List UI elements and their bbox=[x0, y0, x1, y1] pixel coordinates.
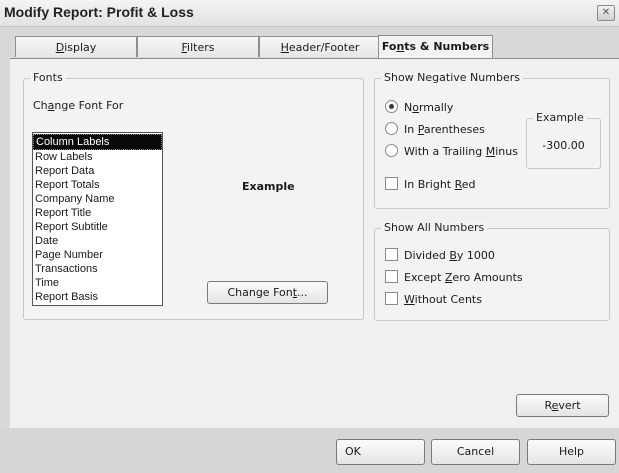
checkbox-bright-red[interactable]: In Bright Red bbox=[385, 177, 476, 193]
tab-panel: Fonts Change Font For Column Labels Row … bbox=[10, 58, 619, 428]
list-item[interactable]: Report Basis bbox=[33, 290, 162, 304]
ok-button[interactable]: OK bbox=[336, 439, 425, 465]
change-font-for-label: Change Font For bbox=[33, 99, 124, 112]
negative-numbers-group: Show Negative Numbers Normally In Parent… bbox=[374, 71, 610, 209]
list-item[interactable]: Column Labels bbox=[33, 134, 162, 150]
font-example-preview: Example bbox=[242, 180, 295, 193]
list-item[interactable]: Row Labels bbox=[33, 150, 162, 164]
tab-filters[interactable]: Filters bbox=[137, 36, 259, 57]
revert-button[interactable]: Revert bbox=[516, 394, 609, 417]
radio-normally[interactable]: Normally bbox=[385, 100, 453, 116]
window-title: Modify Report: Profit & Loss bbox=[4, 4, 194, 20]
title-bar: Modify Report: Profit & Loss ✕ bbox=[0, 0, 619, 27]
all-numbers-group: Show All Numbers Divided By 1000 Except … bbox=[374, 221, 610, 321]
tab-display[interactable]: Display bbox=[15, 36, 137, 57]
cancel-button[interactable]: Cancel bbox=[431, 439, 520, 465]
checkbox-icon[interactable] bbox=[385, 270, 398, 283]
radio-selected-icon[interactable] bbox=[385, 100, 398, 113]
list-item[interactable]: Report Title bbox=[33, 206, 162, 220]
list-item[interactable]: Time bbox=[33, 276, 162, 290]
checkbox-except-zero-amounts[interactable]: Except Zero Amounts bbox=[385, 270, 523, 286]
dialog-footer: OK Cancel Help bbox=[0, 428, 619, 473]
example-legend: Example bbox=[533, 111, 587, 124]
help-button[interactable]: Help bbox=[527, 439, 616, 465]
checkbox-icon[interactable] bbox=[385, 292, 398, 305]
checkbox-divided-by-1000[interactable]: Divided By 1000 bbox=[385, 248, 495, 264]
negative-numbers-legend: Show Negative Numbers bbox=[381, 71, 523, 84]
radio-icon[interactable] bbox=[385, 122, 398, 135]
list-item[interactable]: Report Totals bbox=[33, 178, 162, 192]
negative-example-value: -300.00 bbox=[542, 139, 585, 152]
list-item[interactable]: Company Name bbox=[33, 192, 162, 206]
font-element-list[interactable]: Column Labels Row Labels Report Data Rep… bbox=[32, 132, 163, 306]
fonts-legend: Fonts bbox=[30, 71, 66, 84]
list-item[interactable]: Report Subtitle bbox=[33, 220, 162, 234]
close-icon[interactable]: ✕ bbox=[597, 5, 615, 21]
radio-icon[interactable] bbox=[385, 144, 398, 157]
list-item[interactable]: Date bbox=[33, 234, 162, 248]
all-numbers-legend: Show All Numbers bbox=[381, 221, 488, 234]
checkbox-icon[interactable] bbox=[385, 177, 398, 190]
list-item[interactable]: Page Number bbox=[33, 248, 162, 262]
tab-header-footer[interactable]: Header/Footer bbox=[259, 36, 381, 57]
list-item[interactable]: Transactions bbox=[33, 262, 162, 276]
change-font-button[interactable]: Change Font... bbox=[207, 281, 328, 304]
checkbox-icon[interactable] bbox=[385, 248, 398, 261]
fonts-group: Fonts Change Font For Column Labels Row … bbox=[23, 71, 364, 320]
tab-fonts-numbers[interactable]: Fonts & Numbers bbox=[378, 35, 493, 58]
radio-parentheses[interactable]: In Parentheses bbox=[385, 122, 485, 138]
negative-example-box: Example -300.00 bbox=[526, 111, 601, 169]
radio-trailing-minus[interactable]: With a Trailing Minus bbox=[385, 144, 518, 160]
checkbox-without-cents[interactable]: Without Cents bbox=[385, 292, 482, 308]
list-item[interactable]: Report Data bbox=[33, 164, 162, 178]
